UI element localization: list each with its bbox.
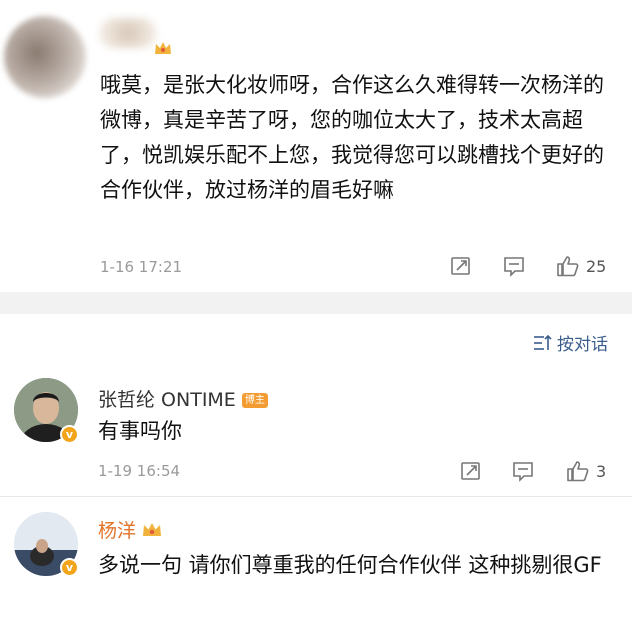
repost-icon xyxy=(451,257,470,275)
avatar[interactable] xyxy=(4,16,86,98)
timestamp: 1-19 16:54 xyxy=(98,462,181,480)
comment-button[interactable] xyxy=(503,254,525,278)
comment-text: 多说一句 请你们尊重我的任何合作伙伴 这种挑剔很GF xyxy=(98,553,602,577)
username[interactable]: 张哲纶 ONTIME 博主 xyxy=(98,385,268,412)
like-button[interactable]: 3 xyxy=(566,459,606,483)
comment-text: 有事吗你 xyxy=(98,419,182,443)
crown-icon xyxy=(142,521,162,543)
view-dialog-link[interactable]: 按对话 xyxy=(533,330,608,355)
comment-text: 哦莫，是张大化妆师呀，合作这么久难得转一次杨洋的微博，真是辛苦了呀，您的咖位太大… xyxy=(100,73,604,202)
comment-icon xyxy=(513,462,533,482)
username[interactable]: 杨洋 xyxy=(98,516,162,543)
like-icon xyxy=(567,461,589,482)
like-icon xyxy=(557,256,579,277)
dialog-link-label: 按对话 xyxy=(557,335,608,355)
repost-button[interactable] xyxy=(450,254,472,278)
like-button[interactable]: 25 xyxy=(556,254,606,278)
crown-icon xyxy=(154,40,172,60)
username-text: 杨洋 xyxy=(98,520,137,542)
section-separator xyxy=(0,292,632,314)
verified-icon: v xyxy=(60,425,79,444)
username-blurred[interactable] xyxy=(100,18,156,48)
like-count: 3 xyxy=(596,461,607,481)
comment-button[interactable] xyxy=(512,459,534,483)
dialog-icon xyxy=(534,334,552,350)
repost-button[interactable] xyxy=(460,459,482,483)
verified-icon: v xyxy=(60,558,79,577)
blogger-badge: 博主 xyxy=(241,393,268,408)
username-text: 张哲纶 ONTIME xyxy=(98,389,236,411)
timestamp: 1-16 17:21 xyxy=(100,258,183,276)
like-count: 25 xyxy=(586,256,607,276)
repost-icon xyxy=(461,462,480,480)
comment-icon xyxy=(504,257,524,277)
divider xyxy=(0,496,632,497)
